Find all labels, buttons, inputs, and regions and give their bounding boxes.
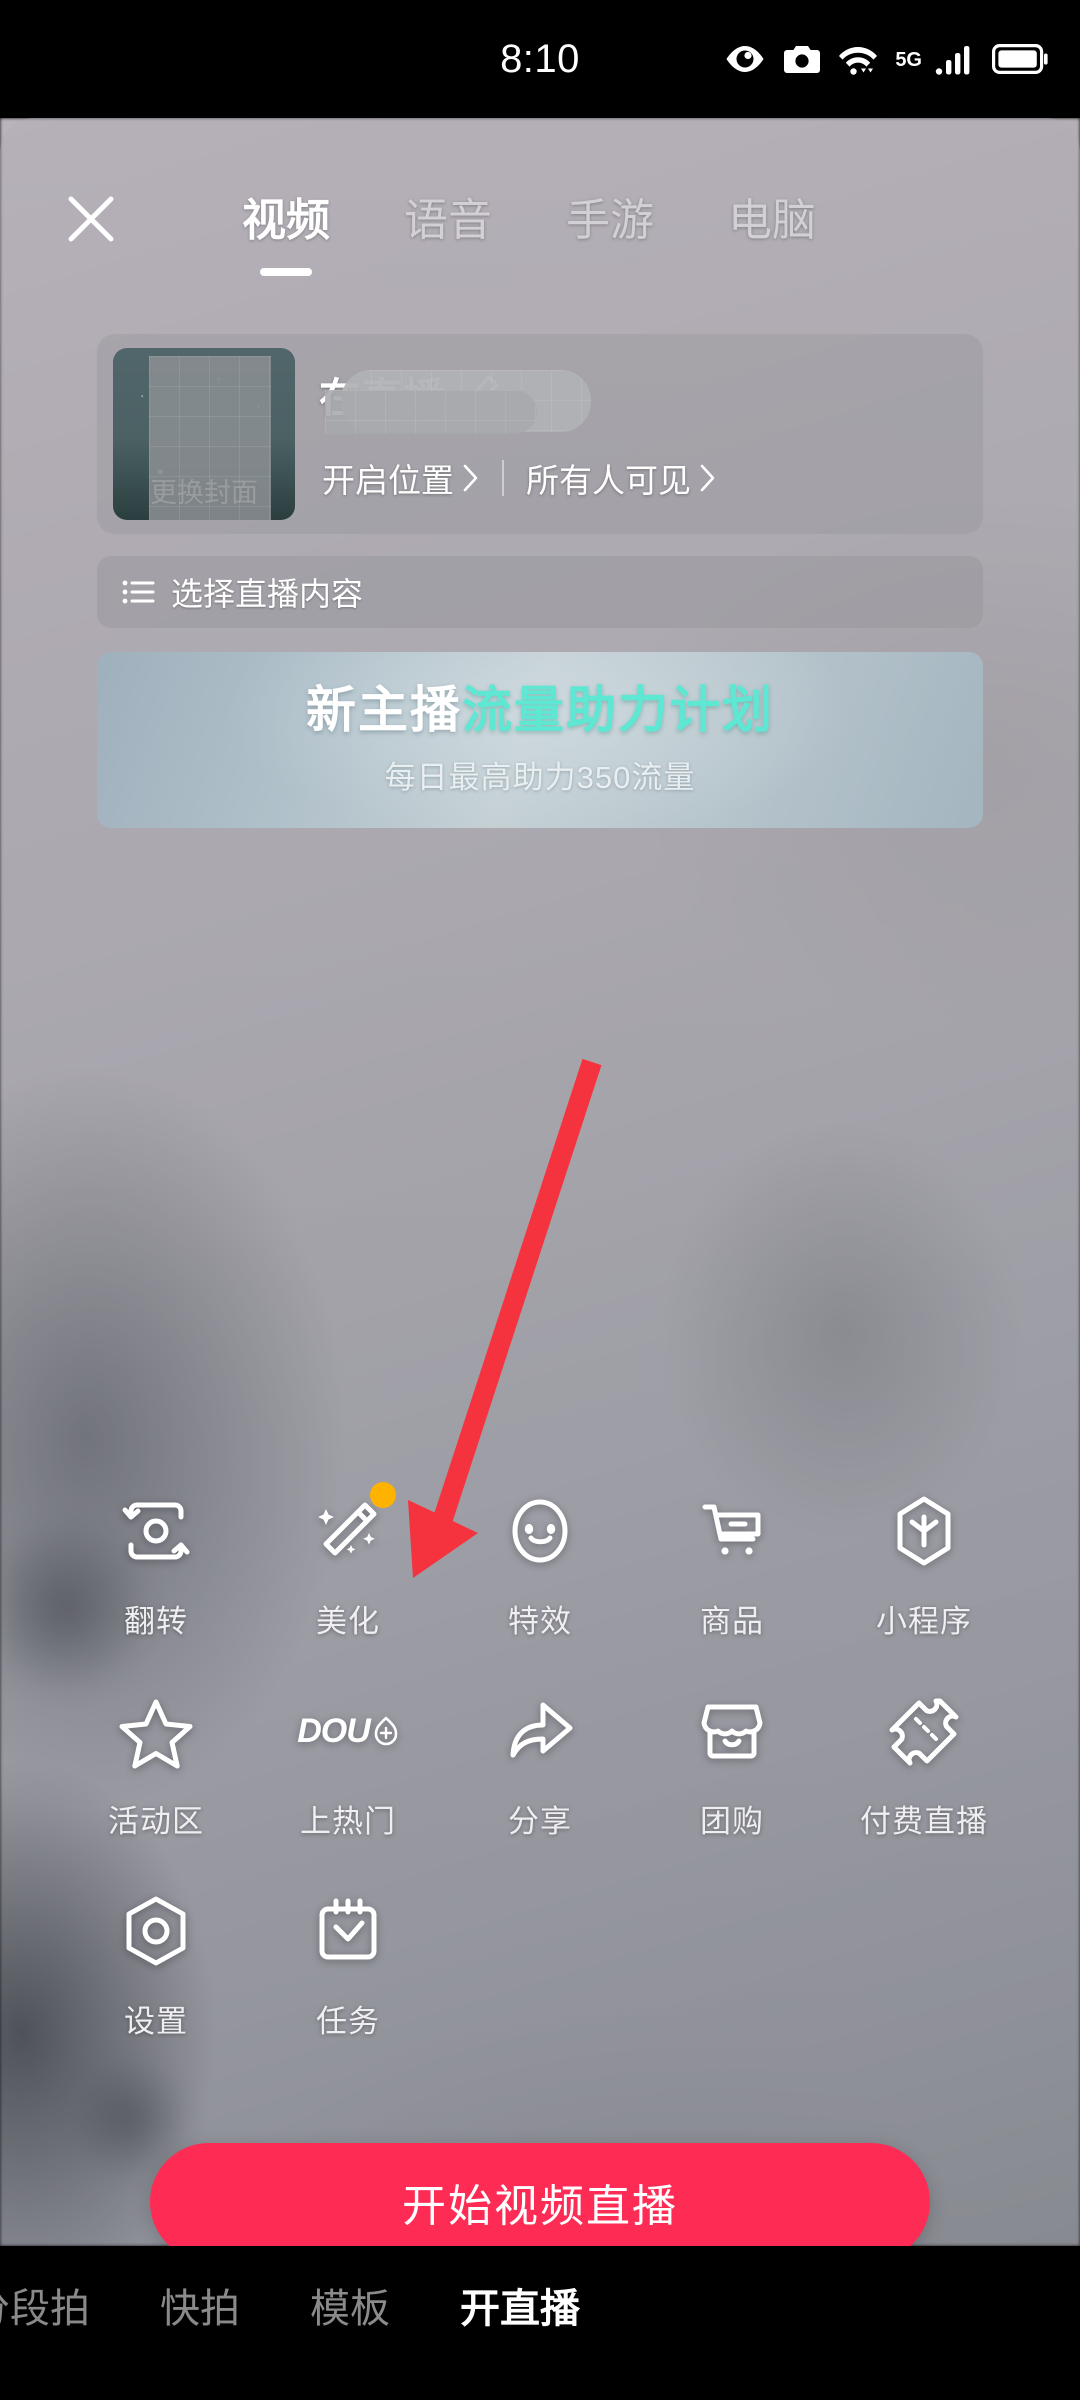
live-content-selector[interactable]: 选择直播内容 [97, 556, 983, 628]
tool-label: 翻转 [124, 1604, 188, 1639]
promo-title: 新主播流量助力计划 [306, 683, 774, 738]
room-title-row[interactable]: 在直播 [319, 364, 503, 424]
tool-effects[interactable]: 特效 [444, 1478, 636, 1678]
wifi-icon [839, 47, 878, 75]
star-icon [113, 1688, 199, 1774]
dou-logo-text: DOU [297, 1711, 371, 1750]
new-host-promo-banner[interactable]: 新主播流量助力计划 每日最高助力350流量 [97, 652, 983, 828]
tool-label: 美化 [316, 1604, 380, 1639]
tab-bar: 视频 语音 手游 电脑 [0, 158, 1080, 278]
pencil-icon[interactable] [459, 372, 503, 416]
tab-mobile-game[interactable]: 手游 [560, 176, 660, 248]
eye-icon [726, 46, 764, 72]
cover-thumbnail[interactable]: 更换封面 [113, 348, 295, 520]
chevron-right-icon [463, 464, 478, 492]
tool-beautify[interactable]: 美化 [252, 1478, 444, 1678]
network-type-label: 5G [895, 49, 922, 71]
ticket-icon [881, 1688, 967, 1774]
close-button[interactable] [52, 180, 130, 258]
beautify-badge-dot [370, 1482, 396, 1508]
visibility-label: 所有人可见 [526, 462, 691, 499]
tool-label: 分享 [508, 1804, 572, 1839]
tab-video[interactable]: 视频 [236, 176, 336, 276]
status-bar-icons: 5G [724, 43, 1048, 75]
tool-flip-camera[interactable]: 翻转 [60, 1478, 252, 1678]
signal-icon [935, 46, 970, 75]
nav-label: 快拍 [160, 2287, 240, 2331]
mini-program-icon [881, 1488, 967, 1574]
tool-paid-live[interactable]: 付费直播 [828, 1678, 1020, 1878]
nav-item-go-live[interactable]: 开直播 [460, 2276, 580, 2334]
shopping-cart-icon [689, 1488, 775, 1574]
promo-subtitle: 每日最高助力350流量 [384, 760, 696, 795]
location-toggle[interactable]: 开启位置 [322, 454, 480, 502]
tool-group-buy[interactable]: 团购 [636, 1678, 828, 1878]
tool-dou-plus[interactable]: DOU 上热门 [252, 1678, 444, 1878]
meta-divider [502, 460, 504, 496]
tab-label: 视频 [242, 196, 330, 245]
promo-title-part2: 流量助力计划 [462, 682, 774, 738]
tool-label: 商品 [700, 1604, 764, 1639]
tool-grid: 翻转 美化 特效 商品 小程序 活动区 DOU 上热门 分享 团购 付费直播 设… [60, 1478, 1020, 2078]
dou-plus-icon: DOU [297, 1688, 398, 1774]
task-calendar-icon [305, 1888, 391, 1974]
tool-mini-program[interactable]: 小程序 [828, 1478, 1020, 1678]
tool-label: 特效 [508, 1604, 572, 1639]
flip-camera-icon [113, 1488, 199, 1574]
visibility-selector[interactable]: 所有人可见 [526, 454, 717, 502]
nav-label: 开直播 [460, 2287, 580, 2331]
nav-item-segment-shot[interactable]: 分段拍 [0, 2276, 90, 2334]
tool-products[interactable]: 商品 [636, 1478, 828, 1678]
chevron-right-icon [700, 464, 715, 492]
tool-label: 任务 [316, 2004, 380, 2039]
tool-label: 团购 [700, 1804, 764, 1839]
camera-icon [784, 46, 821, 73]
nav-label: 模板 [310, 2287, 390, 2331]
tool-activity-zone[interactable]: 活动区 [60, 1678, 252, 1878]
room-info-card: 更换封面 在直播 开启位置 所有人可见 [97, 334, 983, 534]
tool-label: 活动区 [108, 1804, 204, 1839]
nav-item-quick-shot[interactable]: 快拍 [160, 2276, 240, 2334]
tool-label: 上热门 [300, 1804, 396, 1839]
tool-share[interactable]: 分享 [444, 1678, 636, 1878]
storefront-icon [689, 1688, 775, 1774]
cover-change-label: 更换封面 [150, 478, 258, 508]
battery-icon [992, 44, 1048, 74]
tab-list: 视频 语音 手游 电脑 [236, 176, 822, 276]
room-meta-row: 开启位置 所有人可见 [322, 454, 717, 502]
tab-label: 手游 [566, 196, 654, 245]
status-bar: 8:10 5G [0, 0, 1080, 118]
start-live-button[interactable]: 开始视频直播 [150, 2143, 930, 2246]
tab-label: 电脑 [728, 196, 816, 245]
tab-voice[interactable]: 语音 [398, 176, 498, 248]
promo-title-part1: 新主播 [306, 682, 462, 738]
tool-label: 小程序 [876, 1604, 972, 1639]
nav-item-template[interactable]: 模板 [310, 2276, 390, 2334]
settings-icon [113, 1888, 199, 1974]
start-live-label: 开始视频直播 [402, 2182, 678, 2231]
tool-label: 设置 [124, 2004, 188, 2039]
tool-tasks[interactable]: 任务 [252, 1878, 444, 2078]
share-arrow-icon [497, 1688, 583, 1774]
room-title-text: 在直播 [319, 375, 445, 421]
tool-settings[interactable]: 设置 [60, 1878, 252, 2078]
live-content-label: 选择直播内容 [171, 576, 364, 612]
bottom-navigation: 分段拍 快拍 模板 开直播 [0, 2246, 1080, 2400]
tab-label: 语音 [404, 196, 492, 245]
live-setup-sheet: 视频 语音 手游 电脑 更换封面 在直播 开启位置 所有人可见 选择直播内容 新… [0, 118, 1080, 2246]
tab-pc[interactable]: 电脑 [722, 176, 822, 248]
list-icon [122, 580, 155, 604]
location-label: 开启位置 [322, 462, 454, 499]
smiley-face-icon [497, 1488, 583, 1574]
tab-active-indicator [260, 268, 312, 276]
nav-label: 分段拍 [0, 2287, 90, 2331]
close-icon [68, 196, 114, 242]
tool-label: 付费直播 [860, 1804, 988, 1839]
phone-screen: 8:10 5G 视频 语音 手游 电脑 更换封面 在直播 开启位置 所有人可见 … [0, 0, 1080, 2400]
